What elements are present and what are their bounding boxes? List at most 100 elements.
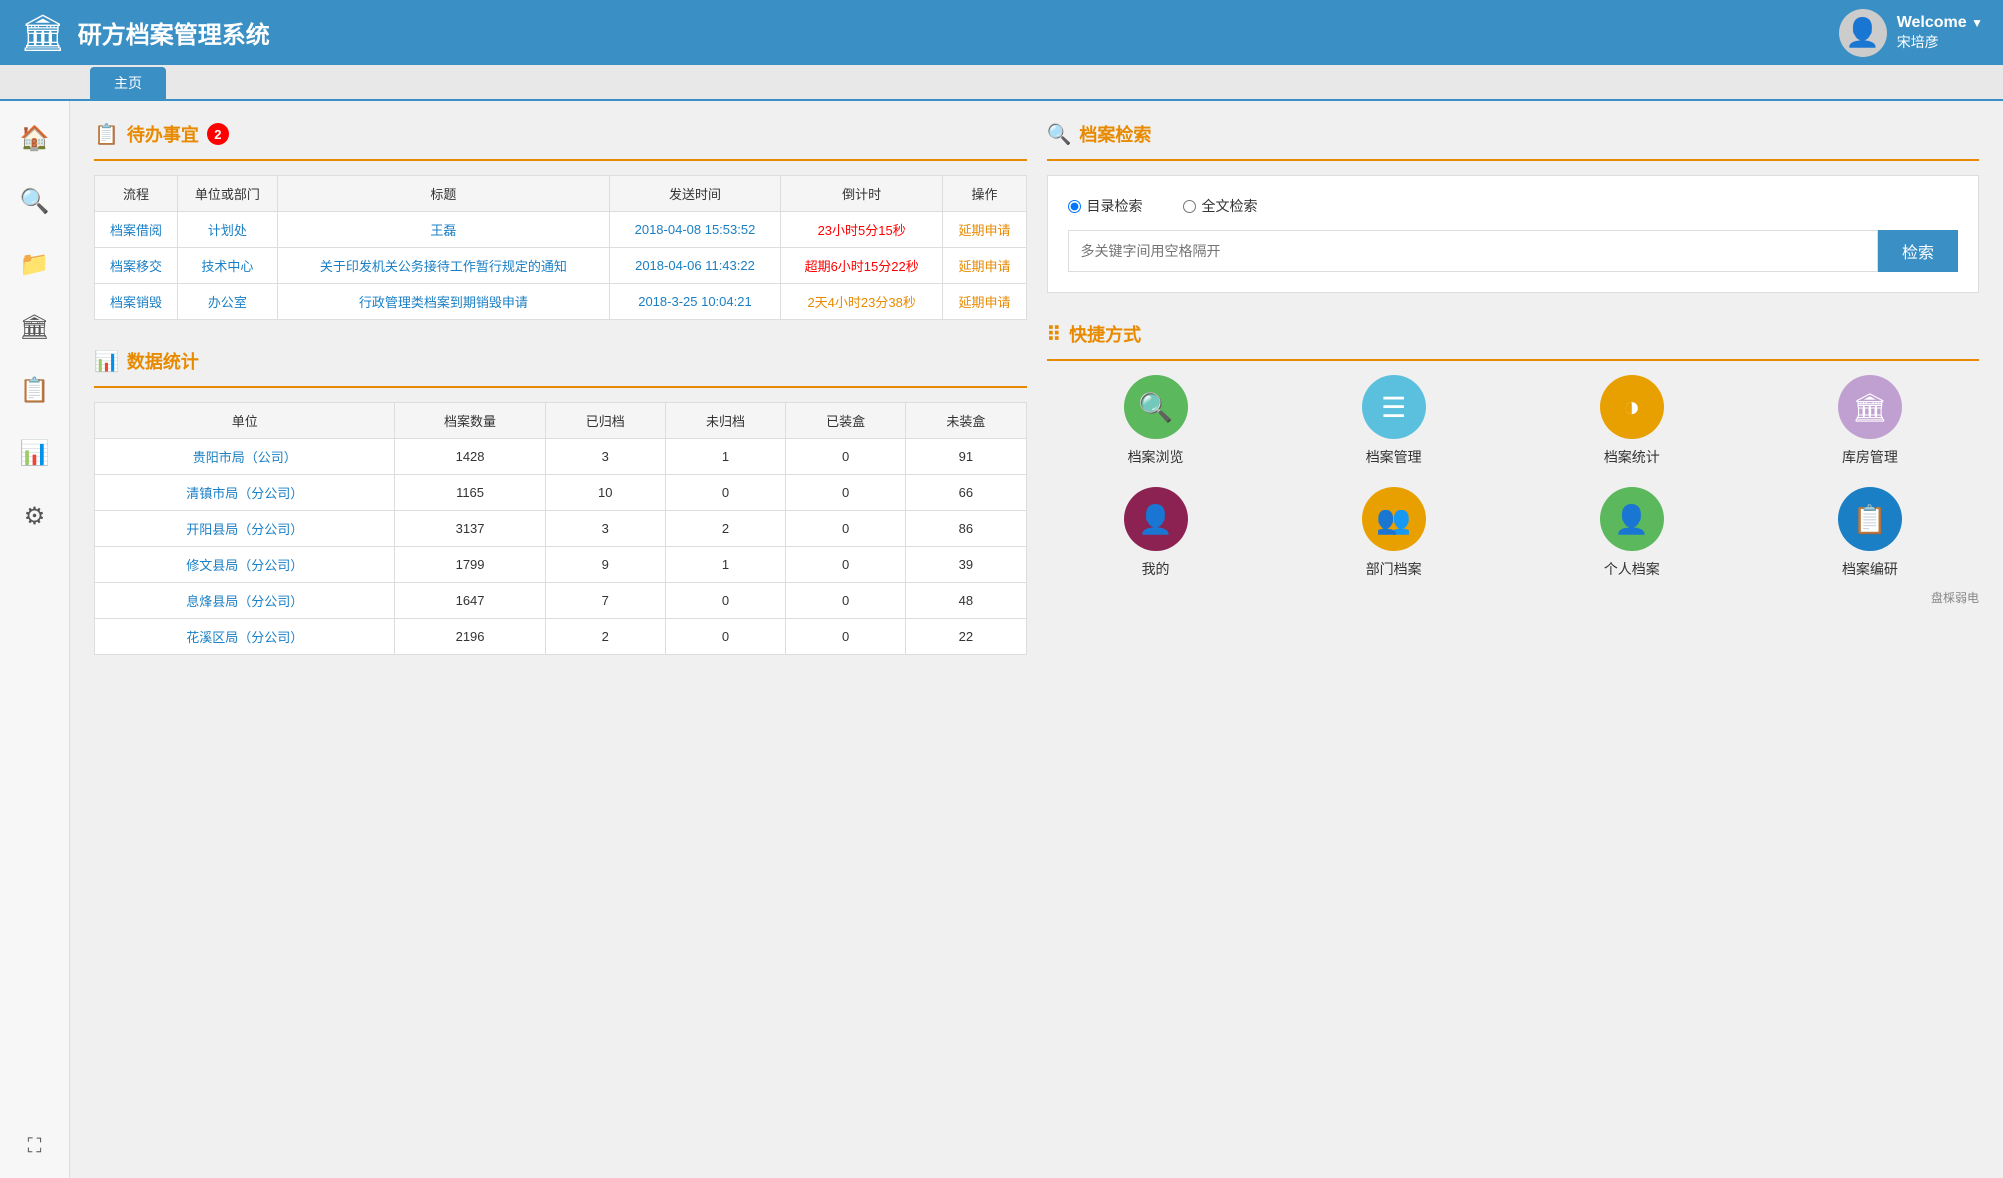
stats-total: 1165 — [395, 475, 545, 511]
search-button[interactable]: 检索 — [1878, 230, 1958, 272]
todo-dept[interactable]: 办公室 — [178, 284, 278, 320]
sidebar-item-home[interactable]: 🏠 — [5, 111, 65, 166]
stats-filed: 9 — [545, 547, 665, 583]
sidebar-item-archive[interactable]: 🏛 — [5, 300, 65, 355]
shortcut-item[interactable]: ☰ 档案管理 — [1285, 375, 1503, 467]
stats-unfiled: 1 — [665, 439, 785, 475]
sidebar-expand-icon[interactable]: ⛶ — [28, 1135, 42, 1158]
option-fulltext[interactable]: 全文检索 — [1183, 196, 1258, 216]
stats-unfiled: 1 — [665, 547, 785, 583]
stats-filed: 7 — [545, 583, 665, 619]
shortcut-item[interactable]: 👤 个人档案 — [1523, 487, 1741, 579]
stats-unit[interactable]: 修文县局（分公司） — [95, 547, 395, 583]
todo-divider — [94, 159, 1027, 161]
user-info: Welcome ▼ 宋培彦 — [1897, 14, 1983, 52]
app-header: 🏛 研方档案管理系统 👤 Welcome ▼ 宋培彦 — [0, 0, 2003, 65]
welcome-label: Welcome ▼ — [1897, 14, 1983, 32]
shortcut-label: 档案统计 — [1604, 447, 1660, 467]
shortcut-icon: 👤 — [1124, 487, 1188, 551]
shortcut-item[interactable]: 🏛 库房管理 — [1761, 375, 1979, 467]
sidebar-item-search[interactable]: 🔍 — [5, 174, 65, 229]
stats-total: 3137 — [395, 511, 545, 547]
sidebar-item-list[interactable]: 📋 — [5, 363, 65, 418]
todo-action[interactable]: 延期申请 — [943, 212, 1026, 248]
stats-table-row: 花溪区局（分公司） 2196 2 0 0 22 — [95, 619, 1027, 655]
search-divider — [1047, 159, 1980, 161]
stats-unfiled: 2 — [665, 511, 785, 547]
shortcut-label: 档案浏览 — [1128, 447, 1184, 467]
tab-bar: 主页 — [0, 65, 2003, 101]
shortcut-item[interactable]: 🔍 档案浏览 — [1047, 375, 1265, 467]
todo-table-row: 档案借阅 计划处 王磊 2018-04-08 15:53:52 23小时5分15… — [95, 212, 1027, 248]
shortcut-item[interactable]: 👥 部门档案 — [1285, 487, 1503, 579]
sidebar-item-settings[interactable]: ⚙ — [5, 489, 65, 544]
search-input[interactable] — [1068, 230, 1878, 272]
stats-boxed: 0 — [786, 439, 906, 475]
brand-footer: 盘棌弱电 — [1047, 589, 1980, 606]
shortcut-icon: 🏛 — [1838, 375, 1902, 439]
shortcut-item[interactable]: 📋 档案编研 — [1761, 487, 1979, 579]
stats-unit[interactable]: 息烽县局（分公司） — [95, 583, 395, 619]
todo-process[interactable]: 档案借阅 — [95, 212, 178, 248]
col-process: 流程 — [95, 176, 178, 212]
shortcut-item[interactable]: ◑ 档案统计 — [1523, 375, 1741, 467]
shortcuts-title: ⠿ 快捷方式 — [1047, 321, 1980, 347]
todo-process[interactable]: 档案销毁 — [95, 284, 178, 320]
todo-title[interactable]: 行政管理类档案到期销毁申请 — [277, 284, 609, 320]
todo-dept[interactable]: 计划处 — [178, 212, 278, 248]
option-directory[interactable]: 目录检索 — [1068, 196, 1143, 216]
todo-icon: 📋 — [94, 122, 119, 147]
stats-total: 1428 — [395, 439, 545, 475]
header-user-area[interactable]: 👤 Welcome ▼ 宋培彦 — [1839, 9, 1983, 57]
shortcut-item[interactable]: 👤 我的 — [1047, 487, 1265, 579]
stats-boxed: 0 — [786, 547, 906, 583]
todo-title[interactable]: 王磊 — [277, 212, 609, 248]
shortcuts-icon: ⠿ — [1047, 322, 1062, 347]
right-column: 🔍 档案检索 目录检索 全文检索 — [1047, 121, 1980, 1158]
stats-boxed: 0 — [786, 619, 906, 655]
todo-action[interactable]: 延期申请 — [943, 284, 1026, 320]
stats-col-header: 已归档 — [545, 403, 665, 439]
stats-unit[interactable]: 清镇市局（分公司） — [95, 475, 395, 511]
todo-action[interactable]: 延期申请 — [943, 248, 1026, 284]
sidebar-item-stats[interactable]: 📊 — [5, 426, 65, 481]
todo-section: 📋 待办事宜 2 流程 单位或部门 标题 发送时间 倒计时 操作 — [94, 121, 1027, 320]
app-title: 研方档案管理系统 — [78, 15, 270, 50]
col-countdown: 倒计时 — [780, 176, 942, 212]
stats-table-row: 清镇市局（分公司） 1165 10 0 0 66 — [95, 475, 1027, 511]
stats-unit[interactable]: 开阳县局（分公司） — [95, 511, 395, 547]
sidebar-item-folder[interactable]: 📁 — [5, 237, 65, 292]
radio-directory[interactable] — [1068, 200, 1081, 213]
stats-unit[interactable]: 贵阳市局（公司） — [95, 439, 395, 475]
stats-total: 2196 — [395, 619, 545, 655]
brand-text: 盘棌弱电 — [1931, 591, 1979, 605]
stats-table-row: 修文县局（分公司） 1799 9 1 0 39 — [95, 547, 1027, 583]
radio-fulltext[interactable] — [1183, 200, 1196, 213]
todo-title[interactable]: 关于印发机关公务接待工作暂行规定的通知 — [277, 248, 609, 284]
todo-table-row: 档案移交 技术中心 关于印发机关公务接待工作暂行规定的通知 2018-04-06… — [95, 248, 1027, 284]
todo-dept[interactable]: 技术中心 — [178, 248, 278, 284]
stats-unboxed: 39 — [906, 547, 1026, 583]
stats-boxed: 0 — [786, 583, 906, 619]
shortcut-icon: 👥 — [1362, 487, 1426, 551]
todo-sendtime: 2018-04-06 11:43:22 — [610, 248, 781, 284]
shortcut-label: 档案管理 — [1366, 447, 1422, 467]
stats-unboxed: 91 — [906, 439, 1026, 475]
shortcut-icon: ☰ — [1362, 375, 1426, 439]
stats-col-header: 已装盒 — [786, 403, 906, 439]
stats-unboxed: 66 — [906, 475, 1026, 511]
tab-home[interactable]: 主页 — [90, 67, 166, 99]
shortcut-icon: 📋 — [1838, 487, 1902, 551]
shortcuts-section: ⠿ 快捷方式 🔍 档案浏览 ☰ 档案管理 ◑ 档案统计 🏛 库房管理 👤 我的 … — [1047, 321, 1980, 579]
shortcut-label: 个人档案 — [1604, 559, 1660, 579]
stats-unfiled: 0 — [665, 583, 785, 619]
stats-table-row: 开阳县局（分公司） 3137 3 2 0 86 — [95, 511, 1027, 547]
stats-unit[interactable]: 花溪区局（分公司） — [95, 619, 395, 655]
stats-unfiled: 0 — [665, 475, 785, 511]
todo-table-row: 档案销毁 办公室 行政管理类档案到期销毁申请 2018-3-25 10:04:2… — [95, 284, 1027, 320]
todo-process[interactable]: 档案移交 — [95, 248, 178, 284]
stats-total: 1799 — [395, 547, 545, 583]
todo-sendtime: 2018-04-08 15:53:52 — [610, 212, 781, 248]
stats-filed: 3 — [545, 439, 665, 475]
col-action: 操作 — [943, 176, 1026, 212]
